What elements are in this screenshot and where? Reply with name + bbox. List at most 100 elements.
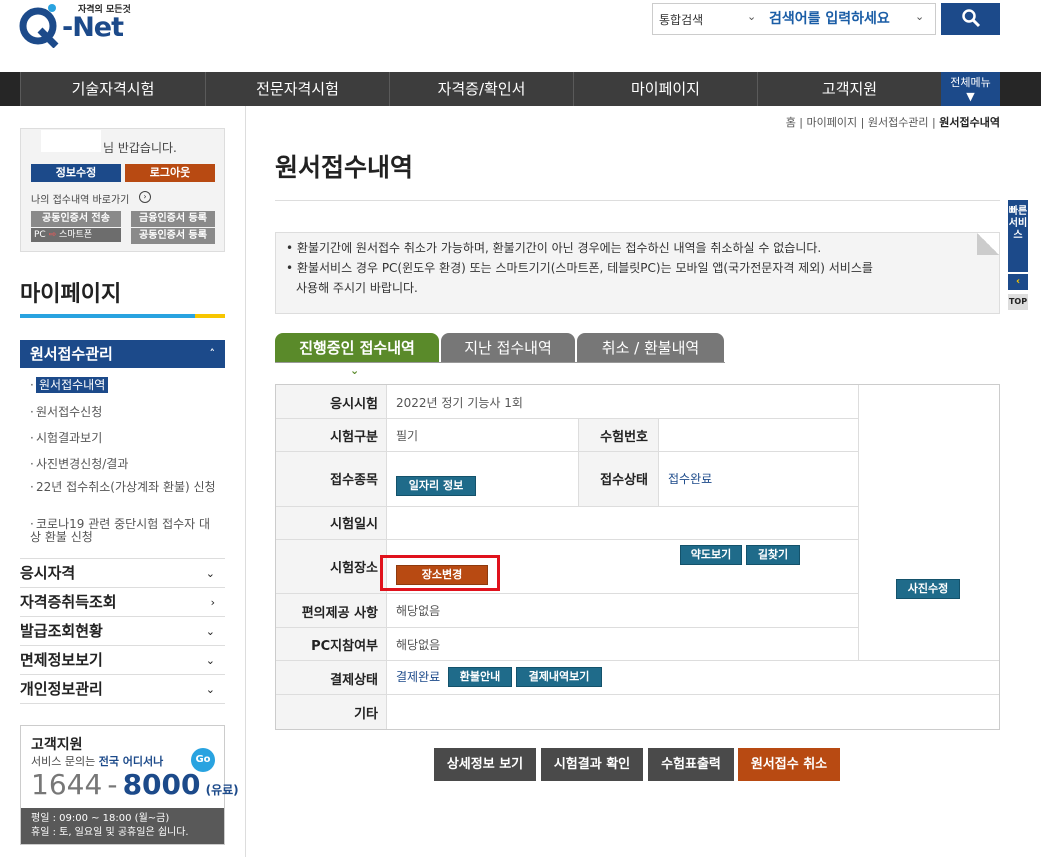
tab-past[interactable]: 지난 접수내역: [441, 333, 575, 363]
nav-item-tech-exam[interactable]: 기술자격시험: [20, 72, 205, 106]
detail-info-button[interactable]: 상세정보 보기: [434, 748, 536, 781]
support-title: 고객지원: [31, 737, 83, 753]
col-divider: [858, 385, 859, 660]
sidebar-item-label: 개인정보관리: [20, 680, 103, 698]
photo-edit-button[interactable]: 사진수정: [896, 579, 960, 599]
value-pc: 해당없음: [396, 638, 441, 652]
cancel-application-button[interactable]: 원서접수 취소: [738, 748, 840, 781]
sidebar-item-exemption[interactable]: 면제정보보기 ⌄: [20, 646, 225, 675]
sub-item-label: 22년 접수취소(가상계좌 환불) 신청: [36, 480, 216, 494]
qnet-logo[interactable]: 자격의 모든것 -Net: [18, 2, 148, 49]
sub-item-apply[interactable]: · 원서접수신청: [30, 403, 102, 420]
edit-info-button[interactable]: 정보수정: [31, 164, 121, 182]
sidebar-item-label: 면제정보보기: [20, 651, 103, 669]
tab-cancel-refund[interactable]: 취소 / 환불내역: [577, 333, 724, 363]
breadcrumb-item[interactable]: 원서접수관리: [868, 116, 929, 129]
support-desc-highlight: 전국 어디서나: [98, 755, 164, 768]
page-fold-icon: [977, 233, 999, 255]
breadcrumb: 홈 | 마이페이지 | 원서접수관리 | 원서접수내역: [785, 116, 1000, 129]
nav-edge: [0, 72, 20, 106]
value-payment: 결제완료: [396, 670, 441, 684]
phone-dash: -: [107, 768, 118, 801]
chevron-down-icon: ⌄: [205, 654, 215, 667]
nav-item-mypage[interactable]: 마이페이지: [573, 72, 757, 106]
label-pc: PC지참여부: [311, 639, 378, 654]
divider: [245, 106, 246, 857]
cert-pc-phone[interactable]: PC ⇨ 스마트폰: [31, 228, 121, 242]
quick-service-button[interactable]: 빠른서비스: [1008, 200, 1028, 272]
chevron-up-icon: ˄: [209, 347, 216, 360]
directions-button[interactable]: 길찾기: [746, 545, 800, 565]
application-table: 응시시험 시험구분 수험번호 접수종목 접수상태 시험일시 시험장소 편의제공 …: [275, 384, 1000, 730]
sub-item-covid-refund[interactable]: · 코로나19 관련 중단시험 접수자 대상 환불 신청: [30, 518, 220, 544]
search-icon: [961, 8, 980, 27]
label-type: 시험구분: [330, 430, 378, 445]
sub-item-photo-change[interactable]: · 사진변경신청/결과: [30, 455, 128, 472]
refund-info-button[interactable]: 환불안내: [448, 667, 512, 687]
sub-item-application-history[interactable]: · 원서접수내역: [30, 376, 109, 393]
logout-button[interactable]: 로그아웃: [125, 164, 215, 182]
label-exam: 응시시험: [330, 397, 378, 412]
all-menu-button[interactable]: 전체메뉴 ▼: [941, 72, 1000, 106]
pc-label: PC: [34, 230, 46, 240]
breadcrumb-item[interactable]: 홈: [786, 116, 796, 129]
shortcut-link[interactable]: 나의 접수내역 바로가기: [31, 191, 129, 206]
label-place: 시험장소: [330, 561, 378, 576]
sidebar-item-application-management[interactable]: 원서접수관리 ˄: [20, 340, 225, 368]
notice-item: • 환불기간에 원서접수 취소가 가능하며, 환불기간이 아닌 경우에는 접수하…: [286, 241, 822, 255]
main-nav: 기술자격시험 전문자격시험 자격증/확인서 마이페이지 고객지원 전체메뉴 ▼: [0, 72, 1041, 106]
nav-item-pro-exam[interactable]: 전문자격시험: [205, 72, 389, 106]
label-convenience: 편의제공 사항: [301, 606, 378, 621]
support-hours: 평일 : 09:00 ~ 18:00 (월~금) 휴일 : 토, 일요일 및 공…: [21, 808, 224, 844]
notice-text: 환불기간에 원서접수 취소가 가능하며, 환불기간이 아닌 경우에는 접수하신 …: [296, 241, 822, 255]
phone-fee: (유료): [205, 783, 239, 797]
change-place-button[interactable]: 장소변경: [396, 565, 488, 585]
nav-item-certificate[interactable]: 자격증/확인서: [389, 72, 573, 106]
sub-item-results[interactable]: · 시험결과보기: [30, 429, 102, 446]
job-info-button[interactable]: 일자리 정보: [396, 476, 476, 496]
search-input[interactable]: [769, 8, 919, 30]
phone-label: 스마트폰: [59, 230, 93, 240]
quick-service: 빠른서비스 ‹ TOP: [1008, 200, 1028, 310]
fin-cert-register-button[interactable]: 금융인증서 등록: [131, 211, 215, 227]
chevron-down-icon[interactable]: ⌄: [915, 10, 924, 23]
phone-part: 8000: [122, 768, 201, 801]
sidebar-item-issuance[interactable]: 발급조회현황 ⌄: [20, 617, 225, 646]
label-status: 접수상태: [600, 473, 648, 488]
sidebar-item-label: 원서접수관리: [30, 345, 113, 363]
sidebar-item-personal-info[interactable]: 개인정보관리 ⌄: [20, 675, 225, 704]
label-payment: 결제상태: [330, 673, 378, 688]
label-datetime: 시험일시: [330, 517, 378, 532]
payment-history-button[interactable]: 결제내역보기: [516, 667, 602, 687]
chevron-right-icon: ›: [210, 596, 215, 609]
search-category[interactable]: 통합검색: [659, 11, 703, 28]
nav-edge: [1000, 72, 1041, 106]
breadcrumb-item[interactable]: 마이페이지: [807, 116, 858, 129]
sidebar-item-eligibility[interactable]: 응시자격 ⌄: [20, 559, 225, 588]
cert-send-button[interactable]: 공동인증서 전송: [31, 211, 121, 227]
sidebar-item-certificate-lookup[interactable]: 자격증취득조회 ›: [20, 588, 225, 617]
support-desc: 서비스 문의는 전국 어디서나: [31, 753, 163, 769]
search-box: 통합검색 ⌄ ⌄: [652, 3, 936, 35]
sidebar-item-label: 자격증취득조회: [20, 593, 117, 611]
support-hours-weekday: 평일 : 09:00 ~ 18:00 (월~금): [31, 813, 170, 824]
sub-item-label: 원서접수신청: [36, 405, 103, 419]
search-button[interactable]: [941, 3, 1000, 35]
breadcrumb-item[interactable]: 원서접수내역: [939, 116, 1000, 129]
joint-cert-register-button[interactable]: 공동인증서 등록: [131, 228, 215, 244]
chevron-down-icon[interactable]: ⌄: [747, 10, 756, 23]
print-ticket-button[interactable]: 수험표출력: [648, 748, 734, 781]
map-button[interactable]: 약도보기: [680, 545, 742, 565]
exam-result-button[interactable]: 시험결과 확인: [541, 748, 643, 781]
row-divider: [276, 506, 858, 507]
notice-box: • 환불기간에 원서접수 취소가 가능하며, 환불기간이 아닌 경우에는 접수하…: [275, 232, 1000, 314]
top-button[interactable]: TOP: [1008, 294, 1028, 310]
chevron-down-icon: ⌄: [350, 364, 360, 377]
sub-item-cancel-refund[interactable]: · 22년 접수취소(가상계좌 환불) 신청: [30, 481, 220, 494]
arrow-right-icon[interactable]: ›: [139, 191, 151, 203]
chevron-left-icon[interactable]: ‹: [1008, 274, 1028, 290]
label-exam-no: 수험번호: [600, 430, 648, 445]
tab-in-progress[interactable]: 진행중인 접수내역: [275, 333, 439, 363]
nav-item-support[interactable]: 고객지원: [757, 72, 941, 106]
value-status: 접수완료: [668, 472, 713, 486]
